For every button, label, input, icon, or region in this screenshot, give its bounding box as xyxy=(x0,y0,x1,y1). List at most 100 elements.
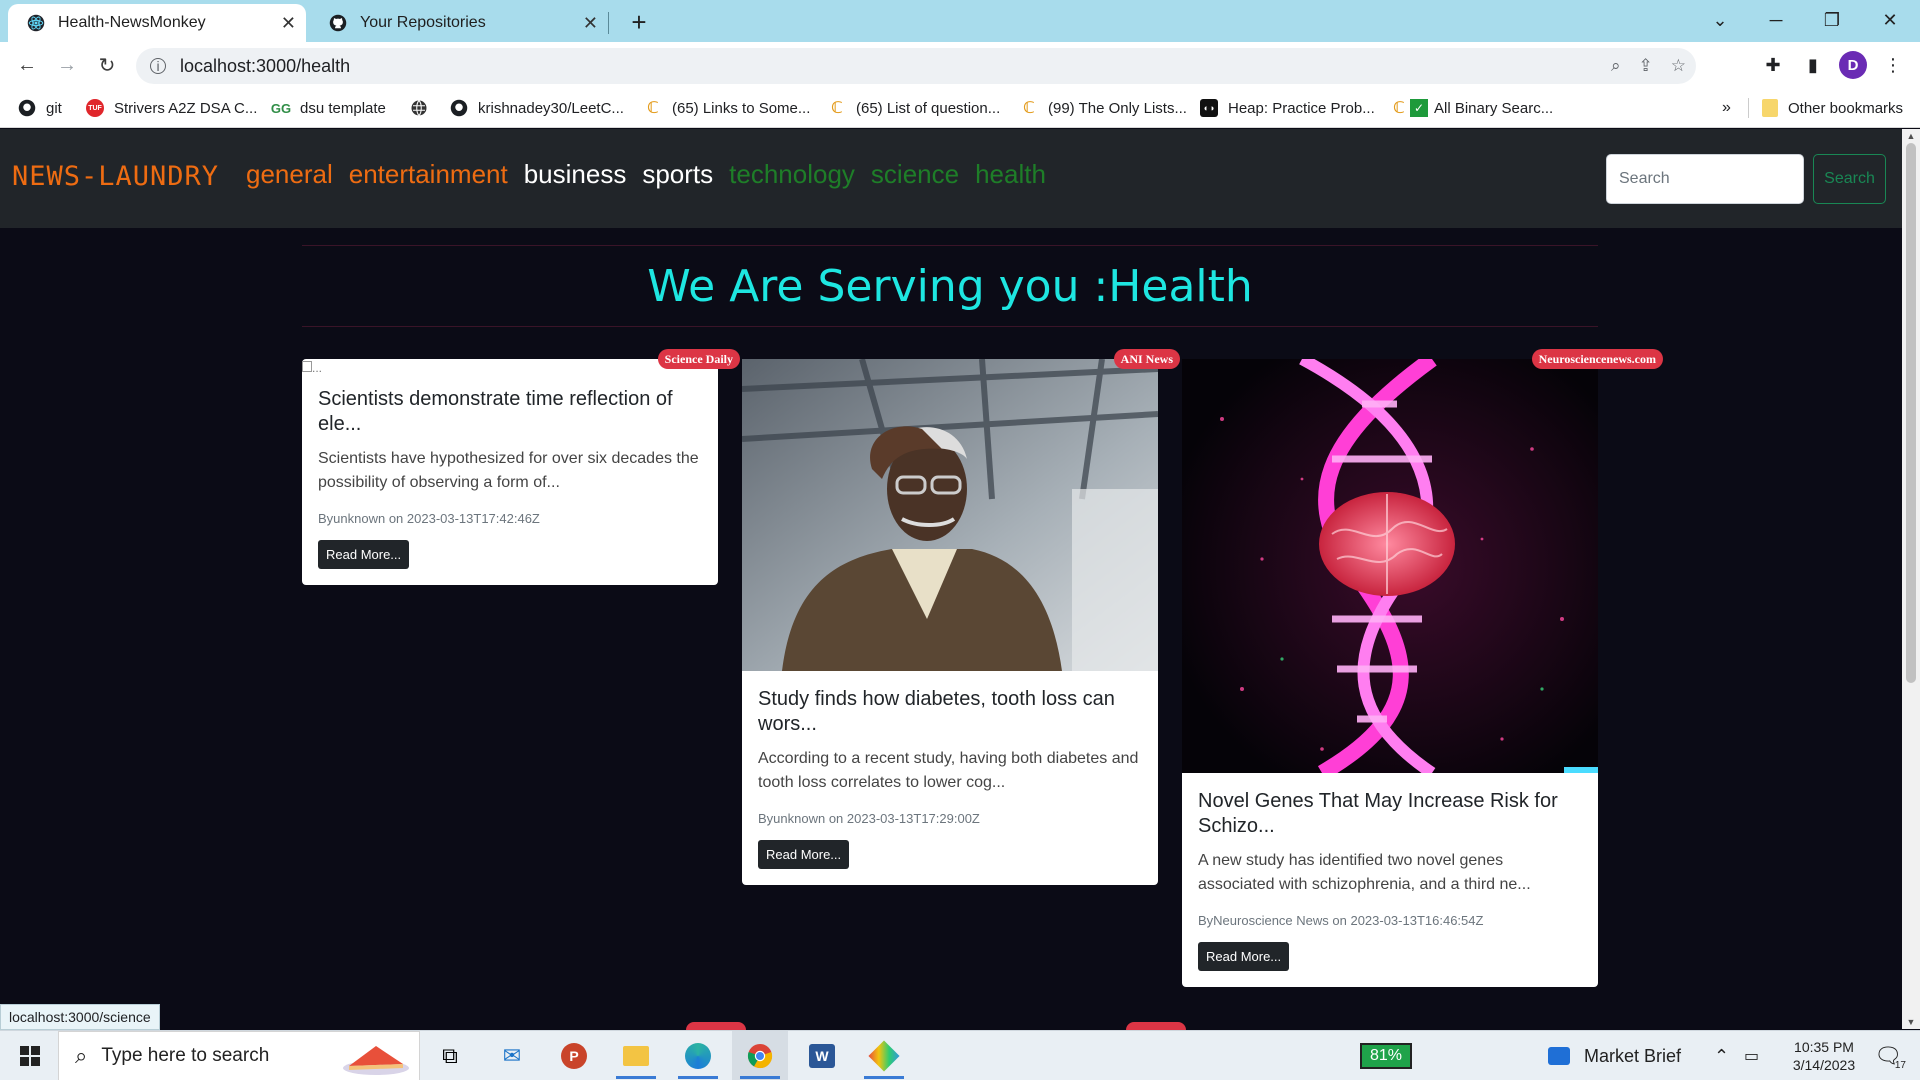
bookmark-star-icon[interactable]: ☆ xyxy=(1671,56,1686,76)
nav-link-technology[interactable]: technology xyxy=(729,159,855,190)
github-icon xyxy=(328,13,348,33)
tab-separator xyxy=(608,12,609,34)
news-widget[interactable]: Market Brief xyxy=(1548,1031,1681,1080)
nav-link-general[interactable]: general xyxy=(246,159,333,190)
card-title: Scientists demonstrate time reflection o… xyxy=(318,388,673,435)
page-scrollbar[interactable]: ▲ ▼ xyxy=(1902,129,1920,1029)
category-nav: general entertainment business sports te… xyxy=(246,159,1046,190)
battery-tray-icon[interactable]: ▭ xyxy=(1744,1031,1759,1080)
divider xyxy=(302,245,1598,246)
source-badge: Neurosciencenews.com xyxy=(1531,349,1663,369)
close-tab-icon[interactable]: ✕ xyxy=(281,13,296,34)
nav-link-entertainment[interactable]: entertainment xyxy=(349,159,508,190)
news-card: Neurosciencenews.com Novel Genes That Ma… xyxy=(1182,349,1663,987)
mail-app-icon[interactable]: ✉ xyxy=(484,1031,540,1080)
site-navbar: NEWS-LAUNDRY general entertainment busin… xyxy=(0,129,1902,228)
elderly-man-photo xyxy=(742,359,1158,671)
search-input[interactable]: Search xyxy=(1606,154,1804,204)
battery-indicator[interactable]: 81% xyxy=(1360,1031,1413,1080)
chrome-menu-icon[interactable]: ⋮ xyxy=(1878,50,1908,80)
news-card: Science Daily ... Scientists demonstrate… xyxy=(302,349,740,585)
bookmark-item[interactable]: ◐◑ Heap: Practice Prob... xyxy=(1200,88,1375,128)
search-button[interactable]: Search xyxy=(1813,154,1886,204)
link-status-bar: localhost:3000/science xyxy=(0,1004,160,1030)
read-more-button[interactable]: Read More... xyxy=(1198,942,1290,971)
nav-link-health[interactable]: health xyxy=(975,159,1046,190)
bookmark-item[interactable]: ℂ (99) The Only Lists... xyxy=(1020,88,1187,128)
bookmarks-divider xyxy=(1748,98,1749,118)
card-meta: Byunknown on 2023-03-13T17:29:00Z xyxy=(758,811,980,826)
codingninjas-icon: ◐◑ xyxy=(1200,99,1218,117)
show-hidden-icons-chevron-icon[interactable]: ⌃ xyxy=(1714,1031,1729,1080)
close-tab-icon[interactable]: ✕ xyxy=(583,13,598,34)
colorful-app-icon[interactable] xyxy=(856,1031,912,1080)
scrollbar-thumb[interactable] xyxy=(1906,143,1916,683)
bookmark-item[interactable]: ℂ (65) Links to Some... xyxy=(644,88,810,128)
news-card: ANI News Study finds how diabetes, tooth… xyxy=(742,349,1180,885)
share-icon[interactable]: ⇪ xyxy=(1639,56,1653,76)
clock[interactable]: 10:35 PM 3/14/2023 xyxy=(1776,1031,1872,1080)
card-description: Scientists have hypothesized for over si… xyxy=(318,450,699,491)
new-tab-button[interactable]: + xyxy=(624,8,654,38)
side-panel-icon[interactable]: ▮ xyxy=(1798,50,1828,80)
source-badge: Science Daily xyxy=(657,349,740,369)
url-text[interactable]: localhost:3000/health xyxy=(180,56,350,77)
edge-browser-icon[interactable] xyxy=(670,1031,726,1080)
zoom-icon[interactable]: ⌕ xyxy=(1611,56,1621,76)
github-icon xyxy=(450,99,468,117)
task-view-icon[interactable]: ⧉ xyxy=(422,1031,478,1080)
close-window-button[interactable]: ✕ xyxy=(1870,4,1910,36)
search-icon: ⌕ xyxy=(75,1043,88,1068)
extensions-icon[interactable]: ✚ xyxy=(1758,50,1788,80)
file-explorer-icon[interactable] xyxy=(608,1031,664,1080)
bookmark-item[interactable]: GG dsu template xyxy=(271,88,386,128)
bookmark-item[interactable]: ℂ (65) List of question... xyxy=(828,88,1000,128)
bookmark-item[interactable]: TUF Strivers A2Z DSA C... xyxy=(86,88,257,128)
folder-icon xyxy=(1762,99,1778,117)
windows-taskbar: ⌕ Type here to search ⧉ ✉ P W 81% Market… xyxy=(0,1030,1920,1080)
checkbox-icon: ✓ xyxy=(1410,99,1428,117)
notifications-icon[interactable]: 🗨 17 xyxy=(1868,1031,1908,1080)
reload-button[interactable]: ↻ xyxy=(92,50,122,80)
brand-logo[interactable]: NEWS-LAUNDRY xyxy=(12,161,219,192)
scroll-up-arrow-icon[interactable]: ▲ xyxy=(1902,129,1920,143)
leetcode-icon: ℂ xyxy=(831,100,843,117)
bookmark-item[interactable]: krishnadey30/LeetC... xyxy=(450,88,624,128)
dna-brain-illustration xyxy=(1182,359,1598,773)
react-icon xyxy=(26,13,46,33)
tab-strip: Health-NewsMonkey ✕ Your Repositories ✕ … xyxy=(0,0,1920,42)
address-bar[interactable]: i localhost:3000/health ⌕ ⇪ ☆ xyxy=(136,48,1696,84)
page-viewport: NEWS-LAUNDRY general entertainment busin… xyxy=(0,129,1902,1029)
card-meta: Byunknown on 2023-03-13T17:42:46Z xyxy=(318,511,540,526)
back-button[interactable]: ← xyxy=(12,50,42,80)
globe-icon xyxy=(410,99,428,117)
nav-link-sports[interactable]: sports xyxy=(642,159,713,190)
card-title: Novel Genes That May Increase Risk for S… xyxy=(1198,790,1558,837)
leetcode-icon: ℂ xyxy=(1023,100,1035,117)
forward-button[interactable]: → xyxy=(52,50,82,80)
nav-link-business[interactable]: business xyxy=(524,159,627,190)
bookmark-item[interactable] xyxy=(410,88,438,128)
tab-health-newsmonkey[interactable]: Health-NewsMonkey ✕ xyxy=(8,4,306,42)
taskbar-search-input[interactable]: ⌕ Type here to search xyxy=(58,1031,420,1080)
tab-search-chevron-icon[interactable]: ⌄ xyxy=(1700,4,1740,36)
card-meta: ByNeuroscience News on 2023-03-13T16:46:… xyxy=(1198,913,1484,928)
read-more-button[interactable]: Read More... xyxy=(318,540,410,569)
restore-button[interactable]: ❐ xyxy=(1812,4,1852,36)
tab-your-repositories[interactable]: Your Repositories ✕ xyxy=(310,4,608,42)
read-more-button[interactable]: Read More... xyxy=(758,840,850,869)
bookmark-item[interactable]: ℂ ✓ All Binary Searc... xyxy=(1390,88,1553,128)
scroll-down-arrow-icon[interactable]: ▼ xyxy=(1902,1015,1920,1029)
profile-avatar[interactable]: D xyxy=(1838,50,1868,80)
bookmarks-overflow-button[interactable]: » xyxy=(1722,88,1731,128)
other-bookmarks-folder[interactable]: Other bookmarks xyxy=(1762,88,1903,128)
site-info-icon[interactable]: i xyxy=(150,58,166,74)
nav-link-science[interactable]: science xyxy=(871,159,959,190)
powerpoint-app-icon[interactable]: P xyxy=(546,1031,602,1080)
leetcode-icon: ℂ xyxy=(1393,100,1405,117)
windows-start-icon[interactable] xyxy=(2,1031,58,1080)
chrome-browser-icon[interactable] xyxy=(732,1031,788,1080)
bookmark-item[interactable]: git xyxy=(18,88,62,128)
word-app-icon[interactable]: W xyxy=(794,1031,850,1080)
minimize-button[interactable]: ─ xyxy=(1756,4,1796,36)
